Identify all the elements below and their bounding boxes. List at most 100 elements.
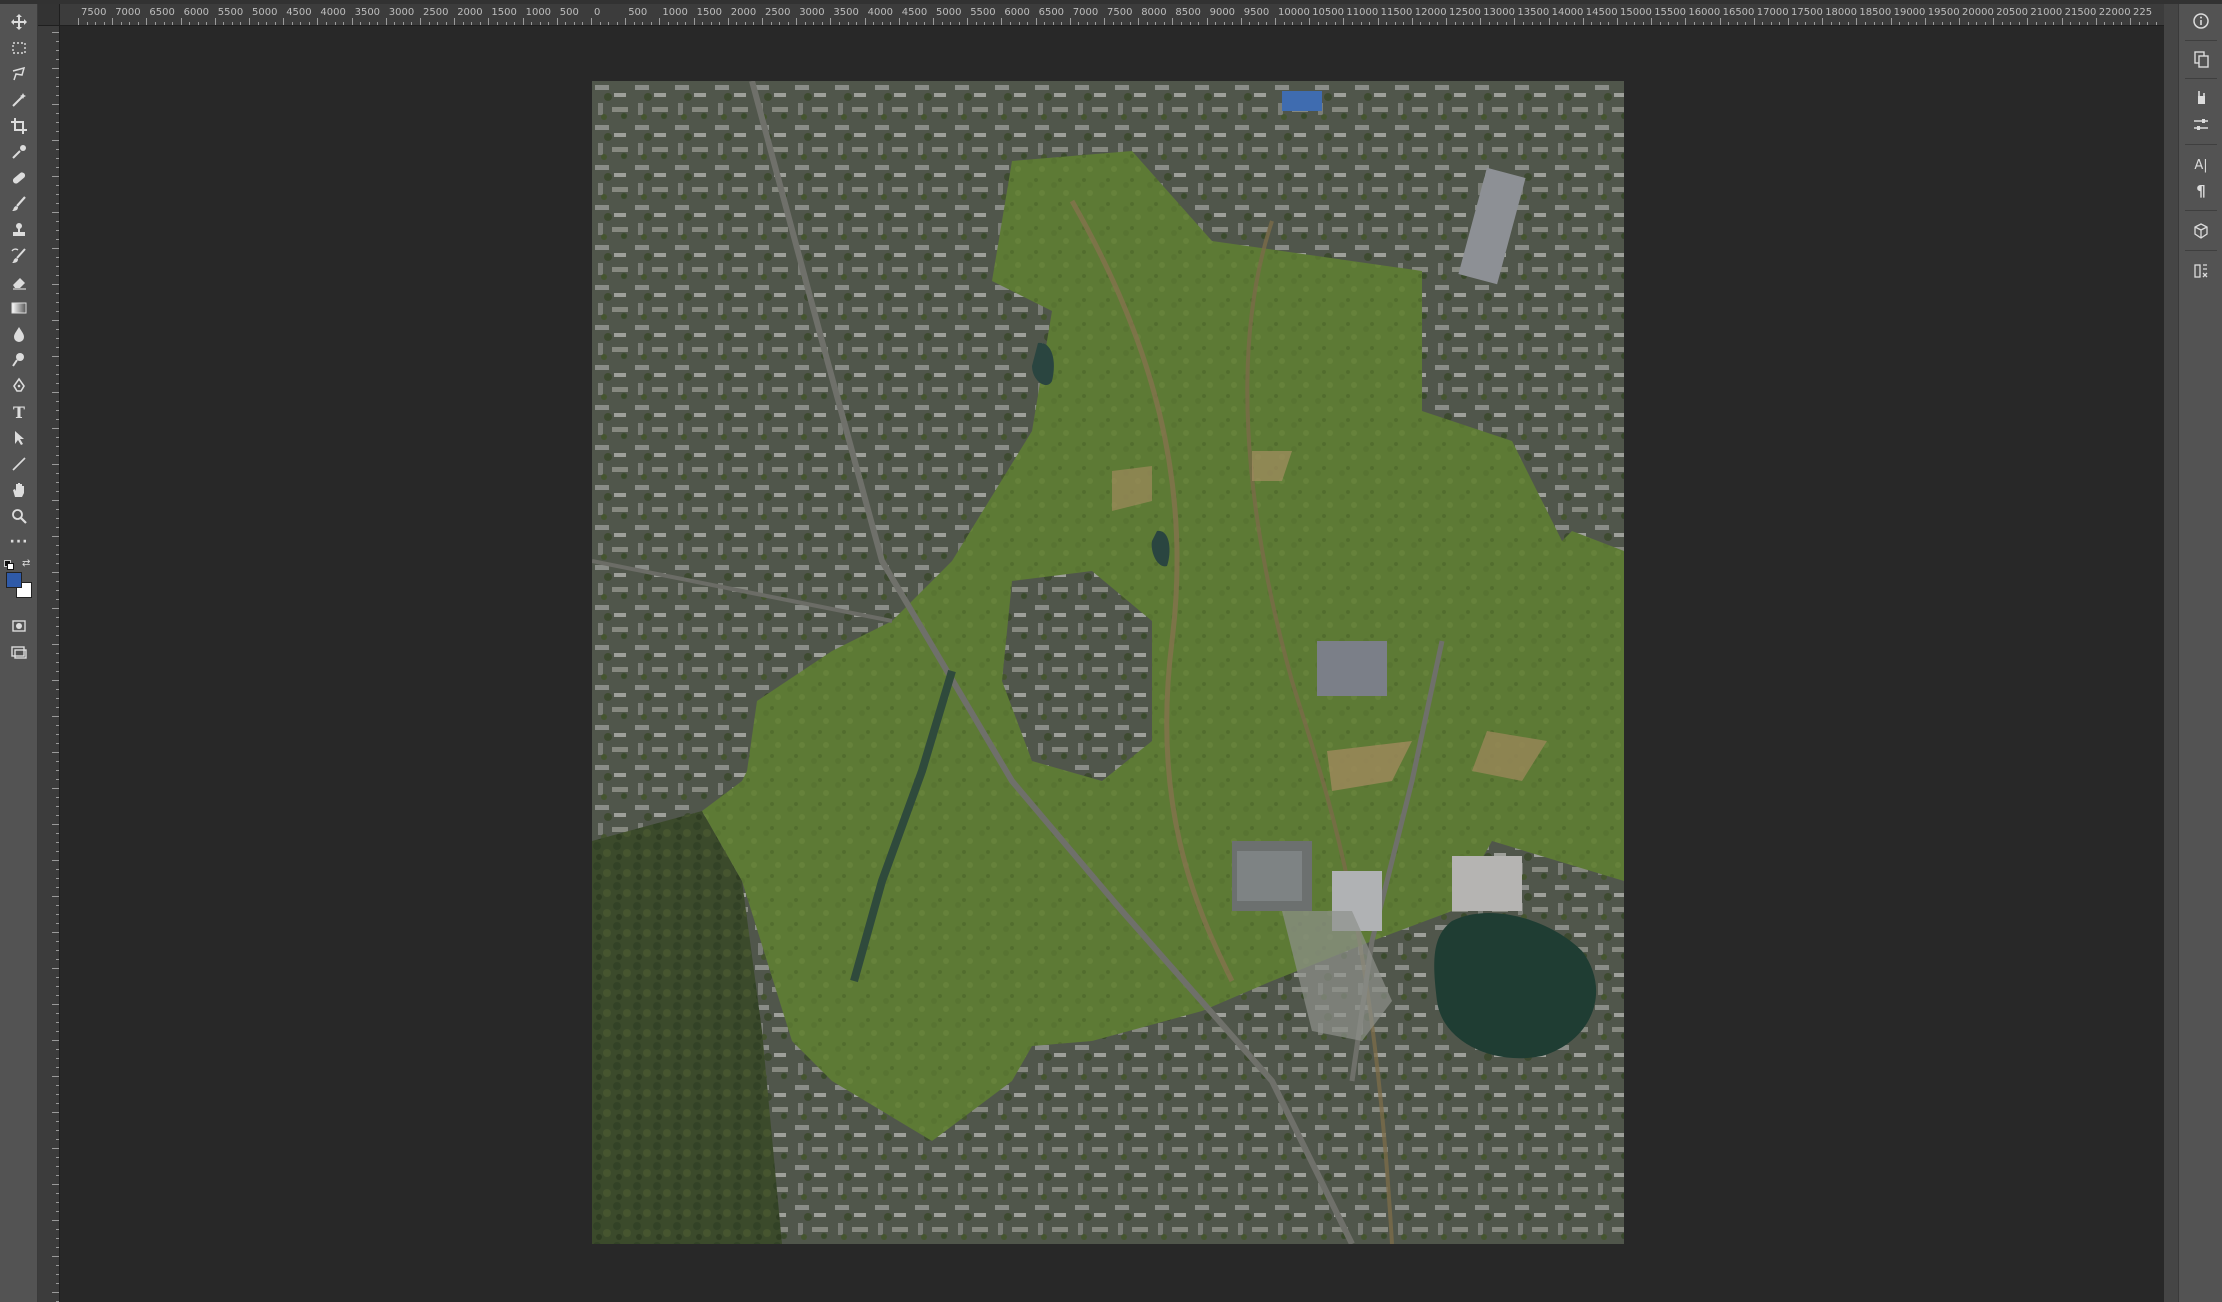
type-tool[interactable]: T: [5, 400, 33, 424]
ruler-label: 1000: [662, 7, 688, 18]
ruler-tick: [2027, 18, 2029, 25]
ruler-label: 11500: [1380, 7, 1413, 18]
panels-dock: A| ¶: [2178, 4, 2222, 1302]
zoom-tool[interactable]: [5, 504, 33, 528]
ruler-tick: [52, 1148, 59, 1149]
type-icon: T: [13, 402, 25, 422]
eraser-tool[interactable]: [5, 270, 33, 294]
ruler-label: 0: [594, 7, 601, 18]
path-selection-tool[interactable]: [5, 426, 33, 450]
layers-panel-button[interactable]: [2185, 258, 2217, 284]
ruler-tick: [1651, 18, 1653, 25]
document-canvas[interactable]: [592, 81, 1624, 1244]
screen-mode-tool[interactable]: [5, 640, 33, 664]
vertical-ruler[interactable]: [38, 26, 60, 1302]
ruler-label: 1500: [696, 7, 723, 18]
eyedropper-tool[interactable]: [5, 140, 33, 164]
info-panel-button[interactable]: [2185, 8, 2217, 34]
brush-tool[interactable]: [5, 192, 33, 216]
ruler-tick: [249, 18, 250, 25]
history-brush-tool[interactable]: [5, 244, 33, 268]
move-tool[interactable]: [5, 10, 33, 34]
ruler-tick: [52, 752, 59, 753]
ruler-tick: [52, 428, 59, 429]
hand-tool[interactable]: [5, 478, 33, 502]
stamp-tool[interactable]: [5, 218, 33, 242]
rect-marquee-icon: [12, 42, 26, 54]
pen-tool[interactable]: [5, 374, 33, 398]
ruler-label: 3000: [388, 7, 415, 18]
swap-colors-icon[interactable]: ⇄: [22, 558, 30, 569]
ruler-tick: [1240, 18, 1242, 25]
arrow-icon: [15, 431, 24, 445]
magic-wand-tool[interactable]: [5, 88, 33, 112]
character-panel-button[interactable]: A|: [2185, 152, 2217, 178]
ruler-label: 2000: [730, 7, 757, 18]
properties-panel-button[interactable]: [2185, 112, 2217, 138]
line-tool[interactable]: [5, 452, 33, 476]
ruler-label: 8500: [1175, 7, 1201, 18]
ruler-label: 15000: [1620, 7, 1652, 18]
ruler-label: 4000: [320, 7, 346, 18]
ruler-tick: [1514, 18, 1516, 25]
layers-icon: [2194, 264, 2208, 278]
ruler-tick: [1480, 18, 1482, 25]
ruler-tick: [1548, 18, 1550, 25]
tools-panel: T ··· ⇄: [0, 4, 38, 1302]
blur-tool[interactable]: [5, 322, 33, 346]
ruler-tick: [52, 572, 59, 573]
ruler-tick: [52, 1076, 59, 1077]
3d-panel-button[interactable]: [2185, 218, 2217, 244]
ruler-tick: [52, 680, 59, 681]
lasso-tool[interactable]: [5, 62, 33, 86]
quick-mask-tool[interactable]: [5, 614, 33, 638]
ruler-label: 8000: [1141, 7, 1167, 18]
paragraph-icon: ¶: [2196, 182, 2206, 200]
ruler-tick: [1788, 18, 1789, 25]
ruler-label: 13500: [1517, 7, 1550, 18]
ruler-label: 20000: [1962, 7, 1994, 18]
ruler-tick: [1446, 18, 1447, 25]
gradient-icon: [11, 302, 27, 314]
ruler-label: 7500: [1107, 7, 1133, 18]
panel-divider: [2185, 250, 2217, 251]
ruler-label: 500: [559, 7, 579, 18]
sliders-icon: [2194, 119, 2208, 130]
crop-tool[interactable]: [5, 114, 33, 138]
ruler-tick: [1343, 18, 1345, 25]
zoom-icon: [12, 509, 27, 524]
ruler-label: 3000: [799, 7, 825, 18]
eraser-icon: [13, 278, 26, 290]
ruler-label: 9000: [1209, 7, 1236, 18]
ruler-label: 4500: [286, 7, 312, 18]
adjustments-panel-button[interactable]: [2185, 84, 2217, 110]
crop-icon: [11, 118, 27, 134]
marquee-tool[interactable]: [5, 36, 33, 60]
ruler-tick: [1069, 18, 1071, 25]
horizontal-ruler[interactable]: 7500 7000 6500 6000 5500 5000 4500 4000 3500 3000…: [38, 4, 2164, 26]
ruler-label: 10500: [1312, 7, 1344, 18]
ruler-tick: [180, 18, 182, 25]
canvas-area[interactable]: [60, 26, 2164, 1302]
move-icon: [11, 14, 27, 30]
gradient-tool[interactable]: [5, 296, 33, 320]
ruler-tick: [351, 18, 353, 25]
bandage-icon: [12, 172, 26, 184]
ruler-tick: [385, 18, 387, 25]
history-panel-button[interactable]: [2185, 46, 2217, 72]
ruler-label: 12000: [1414, 7, 1447, 18]
ruler-tick: [625, 18, 627, 25]
ruler-corner[interactable]: [38, 4, 60, 26]
ruler-tick: [1959, 18, 1960, 25]
default-colors-icon[interactable]: [4, 560, 14, 570]
paragraph-panel-button[interactable]: ¶: [2185, 178, 2217, 204]
ruler-label: 5000: [252, 7, 278, 18]
foreground-color-swatch[interactable]: [6, 572, 22, 588]
panel-divider: [2185, 210, 2217, 211]
dodge-tool[interactable]: [5, 348, 33, 372]
ruler-label: 6000: [1004, 7, 1030, 18]
dodge-icon: [12, 353, 24, 367]
healing-tool[interactable]: [5, 166, 33, 190]
more-tools[interactable]: ···: [5, 530, 33, 554]
screen-mode-icon: [11, 646, 27, 659]
